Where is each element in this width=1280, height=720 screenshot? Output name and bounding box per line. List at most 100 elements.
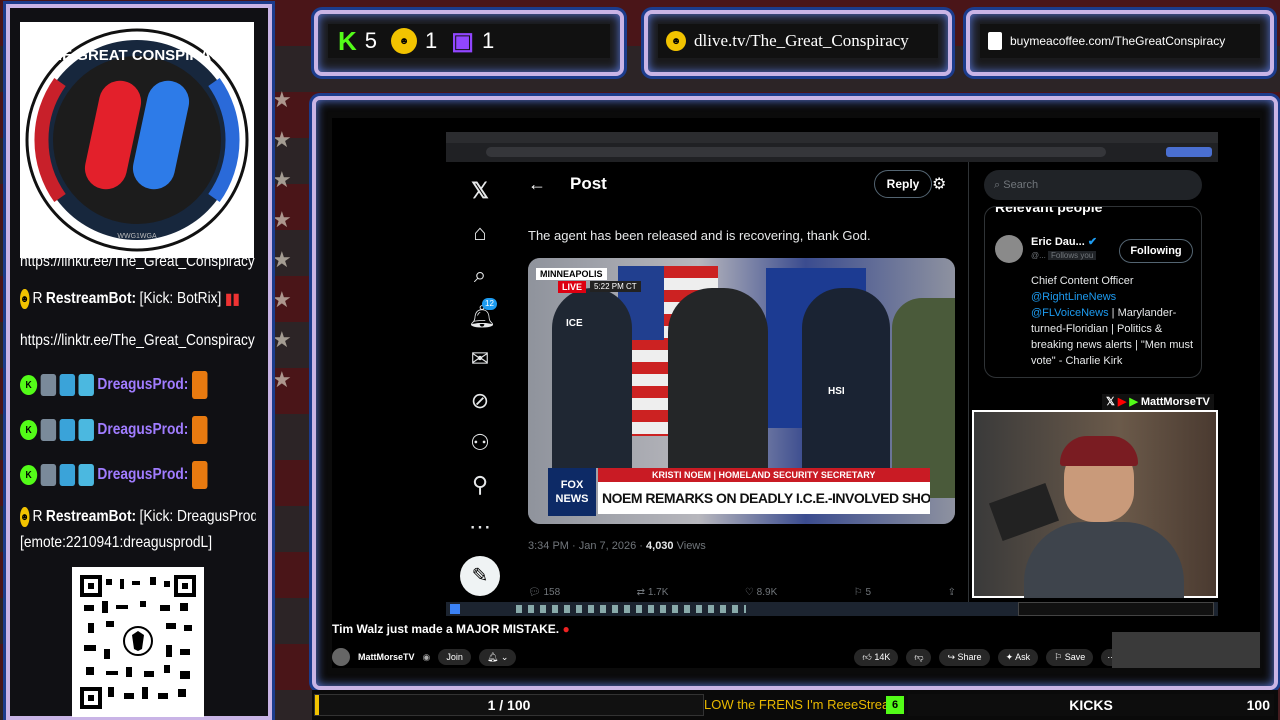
crown-badge-icon [59,419,76,441]
share-button[interactable]: ↪ Share [939,648,990,666]
verified-icon: ◉ [422,651,431,662]
chat-username[interactable]: DreagusProd: [97,466,188,484]
crown-badge-icon [59,464,76,486]
channel-avatar[interactable] [332,648,350,666]
captured-screen: 𝕏 ⌂ ⌕ 🔔︎ 12 ✉ ⊘ ⚇ ⚲ ⋯ ✎ ← Post Reply ⚙ Th… [332,118,1260,668]
logo-title: THE GREAT CONSPIRACY [42,47,232,64]
background-stars: ★ ★ ★ ★ ★ ★ ★ ★ [272,87,292,392]
logo-tagline: WWG1WGA [117,233,157,240]
bmac-url[interactable]: buymeacoffee.com/TheGreatConspiracy [1010,34,1225,48]
person-handle-row: @... Follows you [1031,251,1097,260]
browser-tab-strip[interactable] [446,132,1218,143]
bookmark-icon: ⚐ [853,586,863,598]
back-arrow-icon[interactable]: ← [528,174,546,195]
chat-username[interactable]: DreagusProd: [97,421,188,439]
search-placeholder: Search [1003,179,1039,191]
kick-icon: K [338,25,357,56]
bookmark-action[interactable]: ⚐ 5 [854,587,871,598]
dislike-button[interactable]: 👎︎ [906,648,932,666]
explore-search-icon[interactable]: ⌕ [468,254,492,296]
news-headline: NOEM REMARKS ON DEADLY I.C.E.-INVOLVED S… [598,482,930,514]
qr-code[interactable] [72,567,204,717]
subscribe-bell-button[interactable]: 🔔︎ ⌄ [478,648,517,666]
start-icon[interactable] [450,604,460,614]
channel-name[interactable]: MattMorseTV [358,652,415,662]
browser-profile-button[interactable] [1166,147,1212,157]
views-label: Views [676,540,706,552]
chat-message: [emote:2210941:dreagusprodL] [20,534,213,551]
chat-line: https://linktr.ee/The_Great_Conspiracy▮▮ [20,326,255,356]
settings-sliders-icon[interactable]: ⚙ [932,174,946,194]
compose-post-button[interactable]: ✎ [460,556,500,596]
save-button[interactable]: ⚐ Save [1046,648,1094,666]
streamer-cap [1060,436,1138,466]
home-icon[interactable]: ⌂ [468,212,492,254]
address-bar[interactable] [486,147,1106,157]
x-icon: 𝕏 [1106,396,1115,408]
og-badge-icon [78,464,94,486]
tweet-text: The agent has been released and is recov… [528,228,871,243]
chat-line: K DreagusProd: [20,370,223,400]
like-button[interactable]: 👍︎ 14K [854,648,899,666]
chat-link[interactable]: https://linktr.ee/The_Great_Conspiracy [20,258,255,271]
fox-news-logo: FOX NEWS [548,468,596,516]
dlive-url-bar: ☻ dlive.tv/The_Great_Conspiracy [644,10,952,76]
chat-link[interactable]: https://linktr.ee/The_Great_Conspiracy [20,332,255,350]
chat-line: K DreagusProd: [20,460,223,490]
share-icon[interactable]: ⇪ [948,587,956,598]
bio-mention-link[interactable]: @RightLineNews [1031,291,1116,303]
chat-message: [Kick: BotRix] [139,290,222,307]
webcam-overlay [972,410,1218,598]
thumbs-up-icon: 👍︎ [862,651,872,662]
tweet-timestamp[interactable]: 3:34 PM · Jan 7, 2026 · [528,540,646,552]
person-left [552,288,632,468]
youtube-side-thumbnail[interactable] [1112,632,1260,668]
repost-action[interactable]: ⇄ 1.7K [637,587,669,598]
profile-icon[interactable]: ⚲ [468,464,492,506]
qr-code-image [80,575,196,709]
badge-r: R [32,290,43,307]
taskbar-app-icons[interactable] [516,605,746,613]
like-count: 14K [874,651,891,662]
messages-icon[interactable]: ✉ [468,338,492,380]
column-divider [968,162,969,606]
chat-username[interactable]: RestreamBot: [46,508,136,526]
following-button[interactable]: Following [1119,239,1193,263]
ask-button[interactable]: ✦ Ask [997,648,1039,666]
chat-line[interactable]: https://linktr.ee/The_Great_Conspiracy▮▮ [20,258,255,272]
stream-stats-strip [1018,602,1214,616]
like-action[interactable]: ♡ 8.9K [745,587,777,598]
more-icon[interactable]: ⋯ [468,506,492,548]
search-field[interactable]: ⌕ Search [984,170,1202,200]
restream-badge-icon: ☻ [20,289,30,309]
dlive-url[interactable]: dlive.tv/The_Great_Conspiracy [694,31,909,51]
kick-badge-icon: K [20,375,38,395]
news-name-strip: KRISTI NOEM | HOMELAND SECURITY SECRETAR… [598,468,930,482]
reply-action[interactable]: 💬︎ 158 [528,587,560,598]
like-count: 8.9K [756,586,778,598]
tweet-media-image[interactable]: ICE HSI MINNEAPOLIS LIVE 5:22 PM CT FOX … [528,258,955,524]
search-icon: ⌕ [994,179,1001,191]
bio-mention-link[interactable]: @FLVoiceNews [1031,307,1109,319]
chat-line: ☻ R RestreamBot: [Kick: BotRix] ▮▮ [20,284,240,314]
avatar[interactable] [995,235,1023,263]
notifications-icon[interactable]: 🔔︎ 12 [468,296,497,338]
emote-icon [191,371,208,399]
sparkle-icon: ✦ [1005,651,1014,662]
webcam-channel-label: MattMorseTV [1140,396,1210,408]
dlive-icon: ☻ [391,28,418,54]
reply-button[interactable]: Reply [874,170,932,198]
youtube-icon: ▶ [1117,396,1127,408]
x-logo-icon[interactable]: 𝕏 [468,170,492,212]
bio-line: Chief Content Officer [1031,275,1134,287]
youtube-video-title[interactable]: Tim Walz just made a MAJOR MISTAKE. ● [332,622,892,636]
person-name[interactable]: Eric Dau... ✔ [1031,235,1097,248]
post-title: Post [570,174,607,193]
chat-username[interactable]: DreagusProd: [97,376,188,394]
chat-username[interactable]: RestreamBot: [46,290,136,308]
streamer-shirt [1024,522,1184,598]
communities-icon[interactable]: ⚇ [468,422,492,464]
grok-icon[interactable]: ⊘ [468,380,492,422]
hsi-label: HSI [828,386,845,397]
join-button[interactable]: Join [438,649,471,665]
